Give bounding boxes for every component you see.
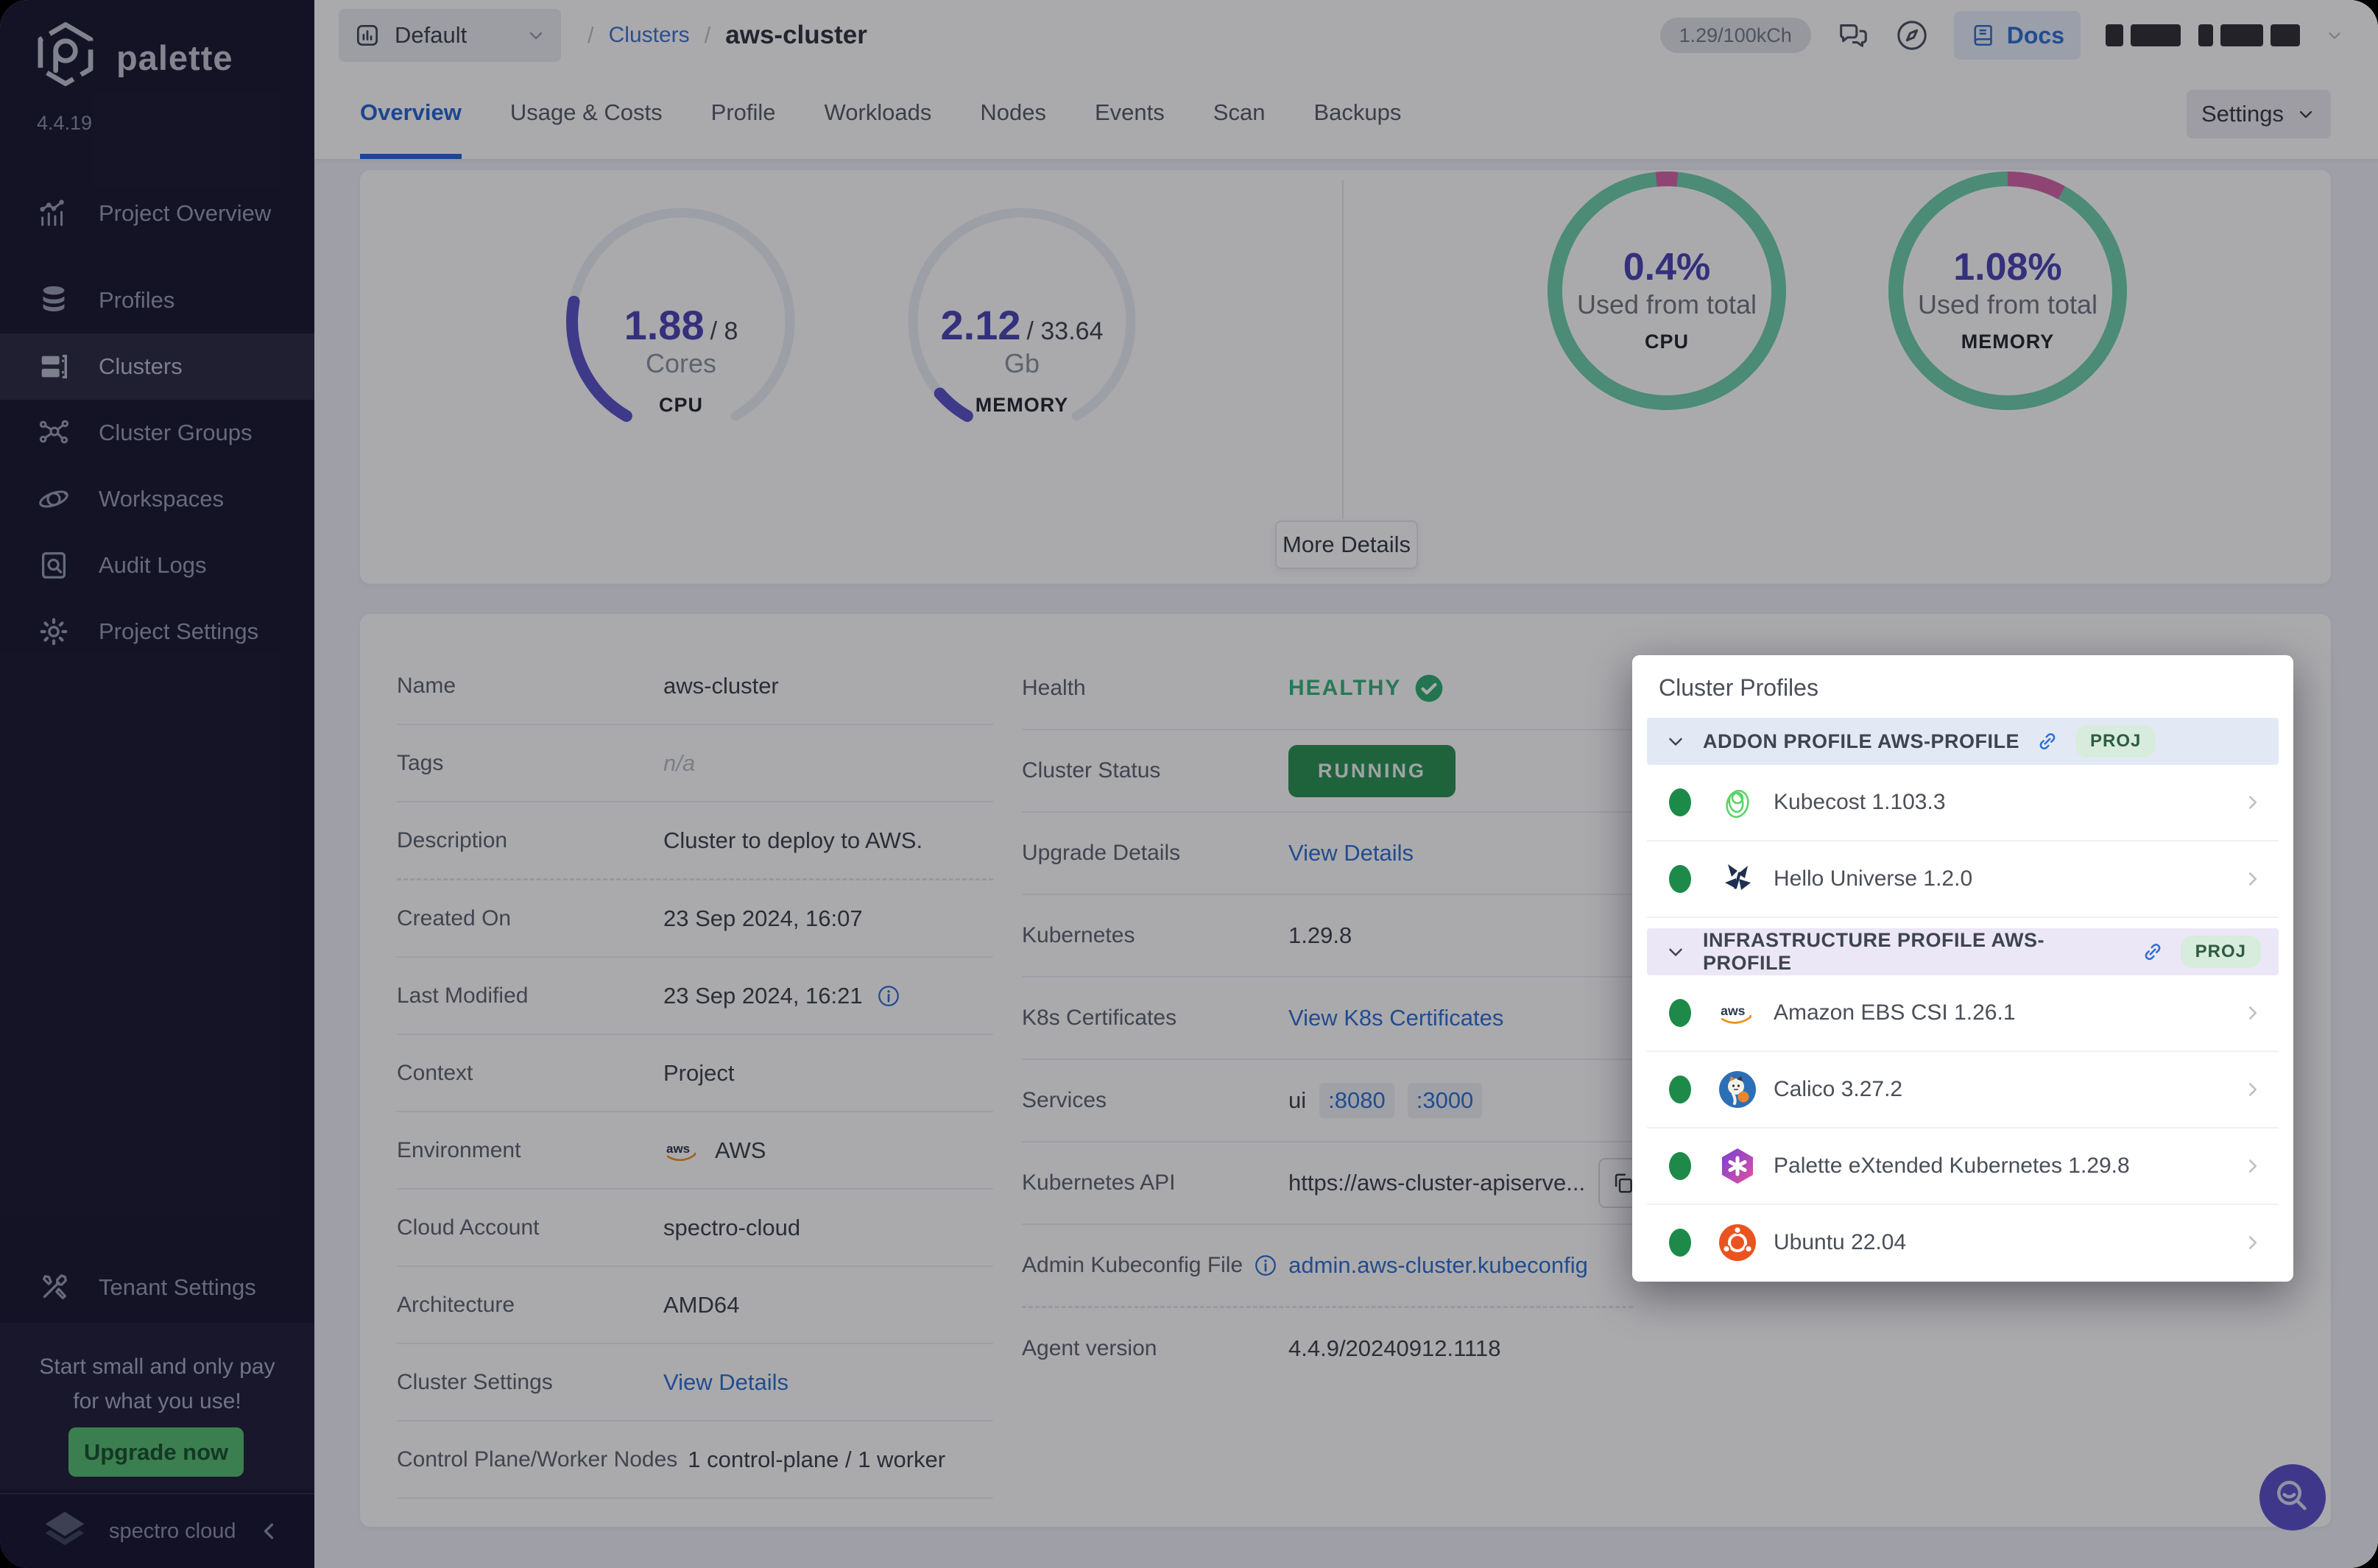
profile-layer-name: Kubecost 1.103.3 bbox=[1774, 790, 1946, 815]
cluster-profiles-popup: Cluster Profiles ADDON PROFILE AWS-PROFI… bbox=[1632, 655, 2293, 1282]
profile-section-header[interactable]: ADDON PROFILE AWS-PROFILE PROJ bbox=[1647, 718, 2279, 765]
scope-badge: PROJ bbox=[2075, 725, 2156, 757]
chevron-right-icon bbox=[2242, 1232, 2264, 1254]
chevron-right-icon bbox=[2242, 868, 2264, 890]
profile-section-header[interactable]: INFRASTRUCTURE PROFILE AWS-PROFILE PROJ bbox=[1647, 928, 2279, 975]
chevron-right-icon bbox=[2242, 791, 2264, 813]
scope-badge: PROJ bbox=[2181, 936, 2261, 968]
profile-section-name: INFRASTRUCTURE PROFILE AWS-PROFILE bbox=[1703, 929, 2125, 975]
ubuntu-logo bbox=[1718, 1223, 1757, 1262]
chevron-down-icon bbox=[1665, 941, 1687, 963]
profile-layer-ubuntu-22-04[interactable]: Ubuntu 22.04 bbox=[1647, 1205, 2279, 1280]
hello-universe-logo bbox=[1718, 859, 1757, 899]
profile-layer-amazon-ebs-csi-1-26-1[interactable]: aws Amazon EBS CSI 1.26.1 bbox=[1647, 975, 2279, 1052]
status-dot bbox=[1669, 1229, 1691, 1257]
status-dot bbox=[1669, 1152, 1691, 1180]
kubecost-logo bbox=[1718, 783, 1757, 822]
status-dot bbox=[1669, 999, 1691, 1027]
profile-section-name: ADDON PROFILE AWS-PROFILE bbox=[1703, 730, 2019, 753]
profiles-list: ADDON PROFILE AWS-PROFILE PROJ Kubecost 1.… bbox=[1647, 718, 2279, 1280]
status-dot bbox=[1669, 865, 1691, 893]
status-dot bbox=[1669, 1076, 1691, 1103]
profile-layer-name: Ubuntu 22.04 bbox=[1774, 1230, 1906, 1255]
profile-layer-name: Palette eXtended Kubernetes 1.29.8 bbox=[1774, 1154, 2130, 1179]
profile-layer-calico-3-27-2[interactable]: Calico 3.27.2 bbox=[1647, 1052, 2279, 1129]
aws-logo: aws bbox=[1718, 993, 1757, 1033]
calico-logo bbox=[1718, 1070, 1757, 1109]
svg-text:aws: aws bbox=[1721, 1003, 1746, 1018]
palette-console: palette 4.4.19 Project OverviewProfilesC… bbox=[0, 0, 2378, 1568]
profile-layer-palette-extended-kubernetes-1-29-8[interactable]: Palette eXtended Kubernetes 1.29.8 bbox=[1647, 1129, 2279, 1205]
profile-layer-kubecost-1-103-3[interactable]: Kubecost 1.103.3 bbox=[1647, 765, 2279, 841]
link-icon bbox=[2141, 940, 2164, 964]
status-dot bbox=[1669, 788, 1691, 816]
profile-layer-name: Calico 3.27.2 bbox=[1774, 1077, 1902, 1102]
chevron-right-icon bbox=[2242, 1002, 2264, 1024]
link-icon bbox=[2036, 730, 2059, 753]
chevron-right-icon bbox=[2242, 1155, 2264, 1177]
chevron-right-icon bbox=[2242, 1078, 2264, 1101]
profile-layer-name: Amazon EBS CSI 1.26.1 bbox=[1774, 1000, 2016, 1025]
chevron-down-icon bbox=[1665, 730, 1687, 752]
profile-layer-name: Hello Universe 1.2.0 bbox=[1774, 866, 1972, 891]
popup-title: Cluster Profiles bbox=[1659, 674, 2279, 702]
pxk-logo bbox=[1718, 1146, 1757, 1186]
profile-layer-hello-universe-1-2-0[interactable]: Hello Universe 1.2.0 bbox=[1647, 841, 2279, 918]
